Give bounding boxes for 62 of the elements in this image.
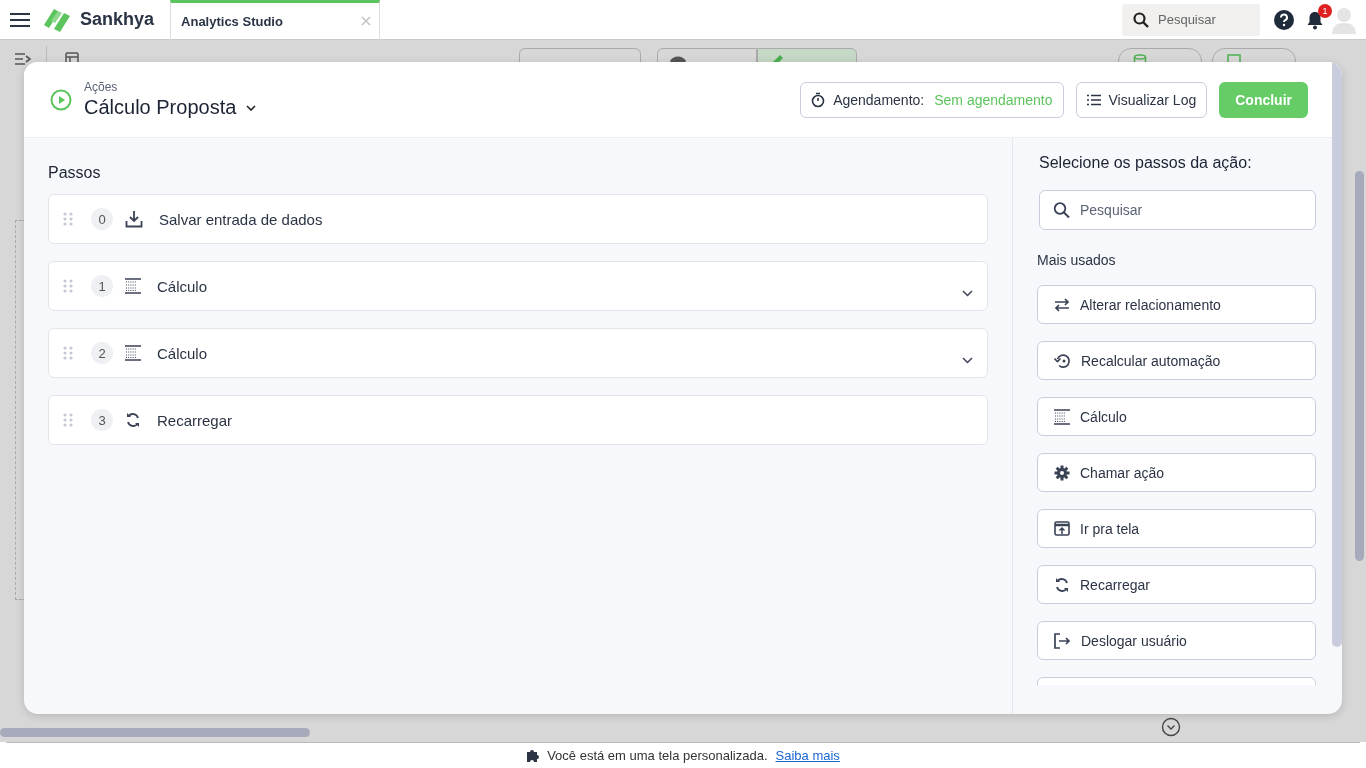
step-card[interactable]: 0 Salvar entrada de dados xyxy=(48,194,988,244)
app-name: Sankhya xyxy=(80,9,155,30)
table-icon xyxy=(125,278,141,294)
step-option-button[interactable]: Ir pra tela xyxy=(1037,509,1316,548)
puzzle-icon xyxy=(526,748,542,763)
collapse-icon[interactable] xyxy=(14,52,32,66)
step-number: 1 xyxy=(91,275,113,297)
step-option-button[interactable]: Cálculo xyxy=(1037,397,1316,436)
step-number: 3 xyxy=(91,409,113,431)
step-option-button[interactable]: Alterar relacionamento xyxy=(1037,285,1316,324)
step-option-button[interactable]: Deslogar usuário xyxy=(1037,621,1316,660)
step-card[interactable]: 1 Cálculo xyxy=(48,261,988,311)
step-label: Cálculo xyxy=(157,344,208,362)
logout-icon xyxy=(1054,632,1071,649)
notification-badge: 1 xyxy=(1318,3,1332,18)
table-icon xyxy=(1054,408,1070,425)
chevron-down-icon xyxy=(246,104,257,111)
learn-more-link[interactable]: Saiba mais xyxy=(775,748,840,763)
bell-icon[interactable] xyxy=(1306,9,1324,30)
history-icon xyxy=(1054,352,1071,369)
chevron-down-icon[interactable] xyxy=(962,289,973,297)
avatar-icon[interactable] xyxy=(1332,5,1356,34)
download-icon xyxy=(125,210,143,228)
section-heading: Passos xyxy=(48,164,102,182)
panel-heading: Selecione os passos da ação: xyxy=(1039,154,1253,172)
step-card[interactable]: 3 Recarregar xyxy=(48,395,988,445)
drag-handle-icon[interactable] xyxy=(63,279,73,293)
step-option-button[interactable]: Recarregar xyxy=(1037,565,1316,604)
step-option-button[interactable]: Recalcular automação xyxy=(1037,341,1316,380)
chevron-down-icon[interactable] xyxy=(962,356,973,364)
drag-handle-icon[interactable] xyxy=(63,413,73,427)
step-number: 2 xyxy=(91,342,113,364)
step-label: Cálculo xyxy=(157,277,208,295)
help-icon[interactable] xyxy=(1274,9,1294,30)
menu-icon[interactable] xyxy=(10,11,30,28)
section-label: Mais usados xyxy=(1037,252,1117,268)
search-field[interactable]: Pesquisar xyxy=(1039,190,1316,230)
view-log-button[interactable]: Visualizar Log xyxy=(1075,81,1208,118)
schedule-button[interactable]: Agendamento: Sem agendamento xyxy=(800,81,1064,118)
footer-text: Você está em uma tela personalizada. xyxy=(547,748,768,763)
logo-icon xyxy=(42,6,72,33)
drag-handle-icon[interactable] xyxy=(63,212,73,226)
step-label: Recarregar xyxy=(157,411,233,429)
swap-arrows-icon xyxy=(1054,297,1070,312)
play-icon xyxy=(50,88,72,111)
step-card[interactable]: 2 Cálculo xyxy=(48,328,988,378)
chevron-down-icon[interactable] xyxy=(1161,717,1181,737)
gear-icon xyxy=(1054,464,1070,481)
search-field[interactable]: Pesquisar xyxy=(1122,3,1260,36)
breadcrumb: Ações xyxy=(84,80,119,94)
step-number: 0 xyxy=(91,208,113,230)
close-icon[interactable] xyxy=(361,16,372,26)
list-icon xyxy=(1086,93,1101,106)
reload-icon xyxy=(1054,576,1070,593)
action-title-dropdown[interactable]: Cálculo Proposta xyxy=(84,96,257,119)
step-label: Salvar entrada de dados xyxy=(159,210,323,228)
reload-icon xyxy=(125,412,141,428)
window-upload-icon xyxy=(1054,521,1070,536)
timer-icon xyxy=(811,91,826,108)
table-icon xyxy=(125,345,141,361)
drag-handle-icon[interactable] xyxy=(63,346,73,360)
step-option-button[interactable]: Chamar ação xyxy=(1037,453,1316,492)
